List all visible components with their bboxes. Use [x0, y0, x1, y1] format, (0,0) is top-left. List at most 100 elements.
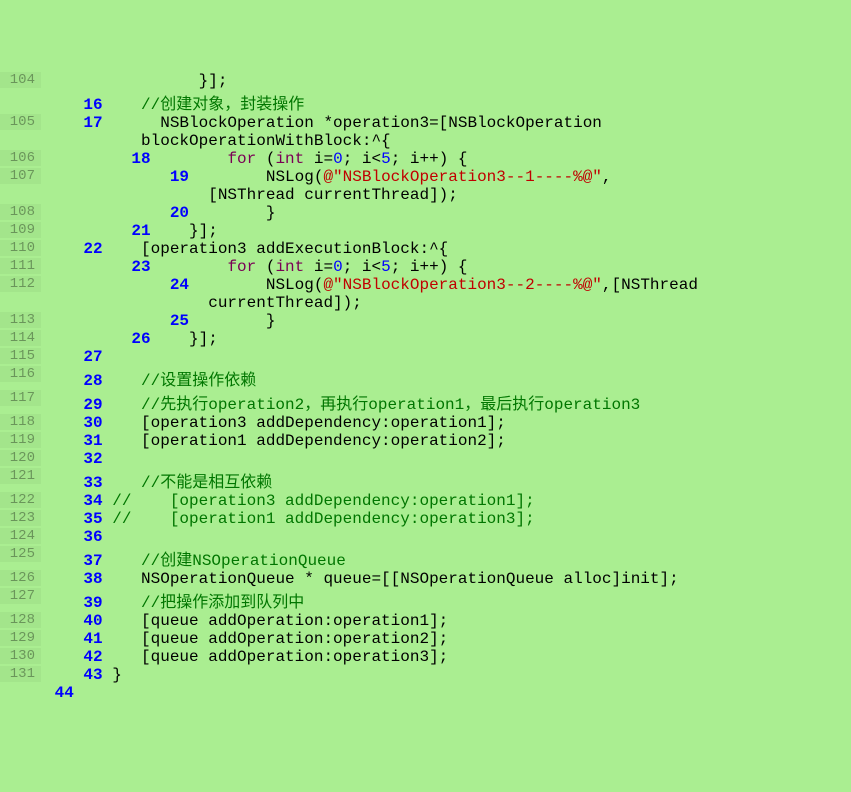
token: [NSThread currentThread]); [45, 186, 458, 204]
code-content: 25 } [41, 312, 851, 330]
code-content: blockOperationWithBlock:^{ [41, 132, 851, 150]
code-line: 129 41 [queue addOperation:operation2]; [0, 630, 851, 648]
token: //不能是相互依赖 [141, 474, 272, 492]
code-line: 107 19 NSLog(@"NSBlockOperation3--1----%… [0, 168, 851, 186]
code-content: 32 [41, 450, 851, 468]
token: NSBlockOperation *operation3=[NSBlockOpe… [141, 114, 602, 132]
token: // [operation1 addDependency:operation3]… [103, 510, 535, 528]
token: [operation3 addDependency:operation1]; [141, 414, 506, 432]
token: [queue addOperation:operation3]; [141, 648, 448, 666]
line-number-gutter: 112 [0, 276, 41, 292]
token: //把操作添加到队列中 [141, 594, 304, 612]
code-line: currentThread]); [0, 294, 851, 312]
line-number-gutter: 120 [0, 450, 41, 466]
code-content: 27 [41, 348, 851, 366]
code-content: 39 //把操作添加到队列中 [41, 588, 851, 612]
line-number-gutter: 115 [0, 348, 41, 364]
code-line: [NSThread currentThread]); [0, 186, 851, 204]
code-content: 16 //创建对象，封装操作 [41, 90, 851, 114]
code-content: 24 NSLog(@"NSBlockOperation3--2----%@",[… [41, 276, 851, 294]
token: 31 [45, 432, 141, 450]
line-number-gutter: 107 [0, 168, 41, 184]
code-content: 28 //设置操作依赖 [41, 366, 851, 390]
token: ; i< [343, 150, 381, 168]
token: 20 [45, 204, 266, 222]
token: 42 [45, 648, 141, 666]
token: 26 [45, 330, 189, 348]
code-content: 44 [41, 684, 851, 702]
token: blockOperationWithBlock:^{ [45, 132, 391, 150]
token: }]; [189, 330, 218, 348]
token: NSLog( [266, 168, 324, 186]
token: 19 [45, 168, 266, 186]
token: [operation1 addDependency:operation2]; [141, 432, 506, 450]
token: 25 [45, 312, 266, 330]
token: 40 [45, 612, 141, 630]
token: //创建对象，封装操作 [141, 96, 304, 114]
token: ; i++) { [391, 150, 468, 168]
code-line: 115 27 [0, 348, 851, 366]
token: 39 [45, 594, 141, 612]
token: 24 [45, 276, 266, 294]
token: 38 [45, 570, 141, 588]
token: 21 [45, 222, 189, 240]
code-line: 119 31 [operation1 addDependency:operati… [0, 432, 851, 450]
token: currentThread]); [45, 294, 362, 312]
line-number-gutter: 116 [0, 366, 41, 382]
token: 36 [45, 528, 141, 546]
token: ,[NSThread [602, 276, 698, 294]
token: //设置操作依赖 [141, 372, 256, 390]
token: }]; [45, 72, 227, 90]
line-number-gutter: 105 [0, 114, 41, 130]
code-line: 130 42 [queue addOperation:operation3]; [0, 648, 851, 666]
code-content: 38 NSOperationQueue * queue=[[NSOperatio… [41, 570, 851, 588]
line-number-gutter: 121 [0, 468, 41, 484]
code-content: 30 [operation3 addDependency:operation1]… [41, 414, 851, 432]
line-number-gutter: 110 [0, 240, 41, 256]
line-number-gutter: 126 [0, 570, 41, 586]
token: i= [304, 150, 333, 168]
token: 0 [333, 150, 343, 168]
code-line: 121 33 //不能是相互依赖 [0, 468, 851, 492]
token: 23 [45, 258, 227, 276]
code-content: 31 [operation1 addDependency:operation2]… [41, 432, 851, 450]
code-content: 19 NSLog(@"NSBlockOperation3--1----%@", [41, 168, 851, 186]
line-number-gutter: 118 [0, 414, 41, 430]
token: // [operation3 addDependency:operation1]… [103, 492, 535, 510]
token: 44 [45, 684, 74, 702]
code-content: 43 } [41, 666, 851, 684]
line-number-gutter: 108 [0, 204, 41, 220]
token: }]; [189, 222, 218, 240]
token: } [266, 312, 276, 330]
token: 33 [45, 474, 141, 492]
token: //创建NSOperationQueue [141, 552, 346, 570]
code-line: 105 17 NSBlockOperation *operation3=[NSB… [0, 114, 851, 132]
code-line: 127 39 //把操作添加到队列中 [0, 588, 851, 612]
token: //先执行operation2，再执行operation1，最后执行operat… [141, 396, 640, 414]
code-content: 18 for (int i=0; i<5; i++) { [41, 150, 851, 168]
line-number-gutter: 114 [0, 330, 41, 346]
code-line: 116 28 //设置操作依赖 [0, 366, 851, 390]
code-line: 122 34 // [operation3 addDependency:oper… [0, 492, 851, 510]
token: 43 [45, 666, 103, 684]
code-line: 110 22 [operation3 addExecutionBlock:^{ [0, 240, 851, 258]
code-content: 42 [queue addOperation:operation3]; [41, 648, 851, 666]
code-line: 128 40 [queue addOperation:operation1]; [0, 612, 851, 630]
token: i= [304, 258, 333, 276]
token: 37 [45, 552, 141, 570]
code-line: 106 18 for (int i=0; i<5; i++) { [0, 150, 851, 168]
code-content: [NSThread currentThread]); [41, 186, 851, 204]
code-line: 126 38 NSOperationQueue * queue=[[NSOper… [0, 570, 851, 588]
token: [operation3 addExecutionBlock:^{ [141, 240, 448, 258]
token: @"NSBlockOperation3--1----%@" [323, 168, 601, 186]
line-number-gutter: 117 [0, 390, 41, 406]
token: 28 [45, 372, 141, 390]
token: 22 [45, 240, 141, 258]
code-content: 26 }]; [41, 330, 851, 348]
line-number-gutter: 104 [0, 72, 41, 88]
code-line: 117 29 //先执行operation2，再执行operation1，最后执… [0, 390, 851, 414]
token: 41 [45, 630, 141, 648]
line-number-gutter: 122 [0, 492, 41, 508]
token: 30 [45, 414, 141, 432]
token: 17 [45, 114, 141, 132]
